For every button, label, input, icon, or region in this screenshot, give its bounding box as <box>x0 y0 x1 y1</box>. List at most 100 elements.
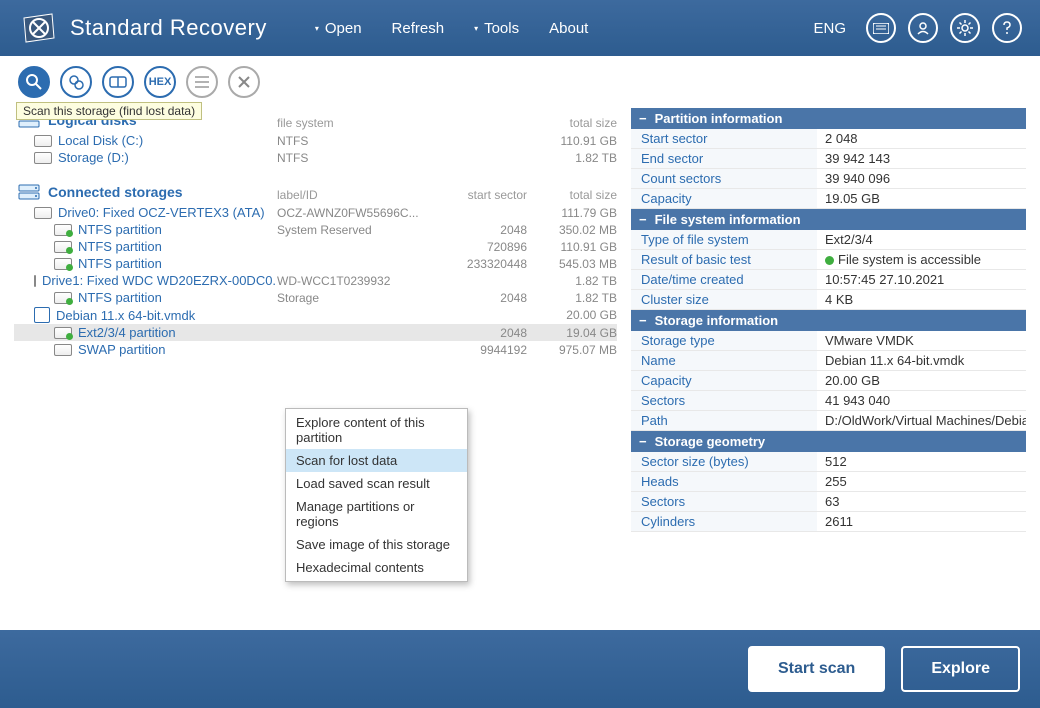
row-start: 2048 <box>437 326 527 340</box>
manage-partitions-button[interactable] <box>102 66 134 98</box>
row-size: 975.07 MB <box>527 343 617 357</box>
info-value: Debian 11.x 64-bit.vmdk <box>817 351 1026 370</box>
info-value: 2611 <box>817 512 1026 531</box>
partition-icon <box>54 292 72 304</box>
close-button[interactable] <box>228 66 260 98</box>
tooltip: Scan this storage (find lost data) <box>16 102 202 120</box>
info-row: Heads255 <box>631 472 1026 492</box>
row-name: NTFS partition <box>78 222 162 237</box>
row-name: NTFS partition <box>78 256 162 271</box>
info-value: 39 940 096 <box>817 169 1026 188</box>
section-title: File system information <box>655 212 801 227</box>
partition-row[interactable]: NTFS partitionSystem Reserved2048350.02 … <box>14 221 617 238</box>
logical-disk-row[interactable]: Storage (D:) NTFS 1.82 TB <box>14 149 617 166</box>
info-section-header[interactable]: −Storage information <box>631 310 1026 331</box>
help-icon[interactable] <box>992 13 1022 43</box>
logical-disk-row[interactable]: Local Disk (C:) NTFS 110.91 GB <box>14 132 617 149</box>
info-value: 19.05 GB <box>817 189 1026 208</box>
row-start: 720896 <box>437 240 527 254</box>
row-start: 2048 <box>437 223 527 237</box>
row-label: OCZ-AWNZ0FW55696C... <box>277 206 437 220</box>
info-row: Capacity20.00 GB <box>631 371 1026 391</box>
disk-icon <box>34 135 52 147</box>
partition-icon <box>54 241 72 253</box>
header: Standard Recovery ▾Open Refresh ▾Tools A… <box>0 0 1040 56</box>
info-section-header[interactable]: −Partition information <box>631 108 1026 129</box>
user-icon[interactable] <box>908 13 938 43</box>
list-view-button[interactable] <box>186 66 218 98</box>
partition-row[interactable]: SWAP partition9944192975.07 MB <box>14 341 617 358</box>
ctx-load-scan-result[interactable]: Load saved scan result <box>286 472 467 495</box>
row-name: SWAP partition <box>78 342 165 357</box>
info-row: Sectors41 943 040 <box>631 391 1026 411</box>
disk-icon <box>34 152 52 164</box>
info-value: Ext2/3/4 <box>817 230 1026 249</box>
info-section-header[interactable]: −File system information <box>631 209 1026 230</box>
info-key: Sector size (bytes) <box>631 452 817 471</box>
collapse-icon: − <box>639 212 647 227</box>
info-value: File system is accessible <box>817 250 1026 269</box>
info-value: 4 KB <box>817 290 1026 309</box>
keyboard-icon[interactable] <box>866 13 896 43</box>
menu-about[interactable]: About <box>549 20 588 37</box>
info-row: Sector size (bytes)512 <box>631 452 1026 472</box>
ctx-save-image[interactable]: Save image of this storage <box>286 533 467 556</box>
info-section-header[interactable]: −Storage geometry <box>631 431 1026 452</box>
partition-row[interactable]: Debian 11.x 64-bit.vmdk20.00 GB <box>14 306 617 324</box>
info-row: PathD:/OldWork/Virtual Machines/Debian 1 <box>631 411 1026 431</box>
info-row: Count sectors39 940 096 <box>631 169 1026 189</box>
row-size: 19.04 GB <box>527 326 617 340</box>
row-name: Ext2/3/4 partition <box>78 325 176 340</box>
info-key: Type of file system <box>631 230 817 249</box>
row-label: WD-WCC1T0239932 <box>277 274 437 288</box>
app-logo-icon <box>18 8 58 48</box>
info-key: Storage type <box>631 331 817 350</box>
menu-open[interactable]: ▾Open <box>315 20 362 37</box>
partition-row[interactable]: NTFS partition720896110.91 GB <box>14 238 617 255</box>
info-value: 39 942 143 <box>817 149 1026 168</box>
logical-cols: file system total size <box>277 114 617 132</box>
app-title: Standard Recovery <box>70 15 267 41</box>
info-row: Cylinders2611 <box>631 512 1026 532</box>
drive-row[interactable]: Drive0: Fixed OCZ-VERTEX3 (ATA) OCZ-AWNZ0… <box>14 204 617 221</box>
collapse-icon: − <box>639 434 647 449</box>
ctx-scan-lost-data[interactable]: Scan for lost data <box>286 449 467 472</box>
row-name: Drive0: Fixed OCZ-VERTEX3 (ATA) <box>58 205 265 220</box>
row-name: Drive1: Fixed WDC WD20EZRX-00DC0... <box>42 273 277 288</box>
logo-area: Standard Recovery <box>18 8 267 48</box>
row-name: NTFS partition <box>78 290 162 305</box>
explore-button[interactable]: Explore <box>901 646 1020 692</box>
start-scan-button[interactable]: Start scan <box>748 646 885 692</box>
info-row: End sector39 942 143 <box>631 149 1026 169</box>
scan-storage-button[interactable] <box>18 66 50 98</box>
info-row: Cluster size4 KB <box>631 290 1026 310</box>
info-value: 512 <box>817 452 1026 471</box>
info-value: 255 <box>817 472 1026 491</box>
info-key: Count sectors <box>631 169 817 188</box>
ctx-hex-contents[interactable]: Hexadecimal contents <box>286 556 467 579</box>
resume-scan-button[interactable] <box>60 66 92 98</box>
info-row: NameDebian 11.x 64-bit.vmdk <box>631 351 1026 371</box>
gear-icon[interactable] <box>950 13 980 43</box>
partition-icon <box>54 224 72 236</box>
info-key: Capacity <box>631 189 817 208</box>
partition-row[interactable]: NTFS partition233320448545.03 MB <box>14 255 617 272</box>
partition-row[interactable]: Ext2/3/4 partition 204819.04 GB <box>14 324 617 341</box>
row-name: NTFS partition <box>78 239 162 254</box>
row-start: 2048 <box>437 291 527 305</box>
status-ok-icon <box>825 256 834 265</box>
partition-icon <box>54 258 72 270</box>
drive-row[interactable]: Drive1: Fixed WDC WD20EZRX-00DC0...WD-WC… <box>14 272 617 289</box>
ctx-explore-content[interactable]: Explore content of this partition <box>286 411 467 449</box>
menu-tools[interactable]: ▾Tools <box>474 20 519 37</box>
menu-refresh[interactable]: Refresh <box>392 20 445 37</box>
partition-icon <box>54 327 72 339</box>
hex-view-button[interactable]: HEX <box>144 66 176 98</box>
info-value: 20.00 GB <box>817 371 1026 390</box>
language-selector[interactable]: ENG <box>813 20 846 37</box>
partition-row[interactable]: NTFS partitionStorage20481.82 TB <box>14 289 617 306</box>
collapse-icon: − <box>639 111 647 126</box>
ctx-manage-partitions[interactable]: Manage partitions or regions <box>286 495 467 533</box>
info-row: Capacity19.05 GB <box>631 189 1026 209</box>
info-key: Capacity <box>631 371 817 390</box>
